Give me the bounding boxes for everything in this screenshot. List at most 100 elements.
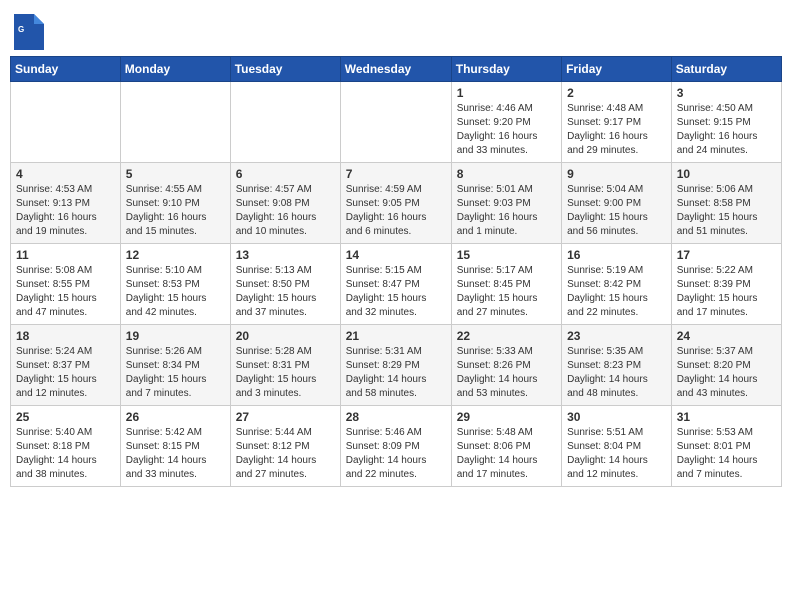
day-info: Sunrise: 5:35 AM Sunset: 8:23 PM Dayligh… — [567, 345, 666, 401]
calendar-cell: 12 Sunrise: 5:10 AM Sunset: 8:53 PM Dayli… — [120, 244, 230, 325]
calendar-cell: 17Sunrise: 5:22 AM Sunset: 8:39 PM Dayli… — [671, 244, 781, 325]
day-info: Sunrise: 5:01 AM Sunset: 9:03 PM Dayligh… — [457, 183, 556, 239]
day-info: Sunrise: 5:19 AM Sunset: 8:42 PM Dayligh… — [567, 264, 666, 320]
day-info: Sunrise: 4:46 AM Sunset: 9:20 PM Dayligh… — [457, 102, 556, 158]
calendar-cell: 28 Sunrise: 5:46 AM Sunset: 8:09 PM Dayli… — [340, 406, 451, 487]
day-number: 12 — [126, 248, 225, 262]
day-number: 11 — [16, 248, 115, 262]
calendar-cell — [230, 82, 340, 163]
day-info: Sunrise: 5:28 AM Sunset: 8:31 PM Dayligh… — [236, 345, 335, 401]
column-header-saturday: Saturday — [671, 57, 781, 82]
day-number: 15 — [457, 248, 556, 262]
day-info: Sunrise: 5:40 AM Sunset: 8:18 PM Dayligh… — [16, 426, 115, 482]
day-number: 29 — [457, 410, 556, 424]
calendar-cell: 1 Sunrise: 4:46 AM Sunset: 9:20 PM Daylig… — [451, 82, 561, 163]
day-number: 3 — [677, 86, 776, 100]
day-number: 10 — [677, 167, 776, 181]
day-info: Sunrise: 4:48 AM Sunset: 9:17 PM Dayligh… — [567, 102, 666, 158]
day-number: 25 — [16, 410, 115, 424]
calendar-cell: 22Sunrise: 5:33 AM Sunset: 8:26 PM Dayli… — [451, 325, 561, 406]
day-number: 8 — [457, 167, 556, 181]
logo: G — [14, 14, 48, 50]
day-info: Sunrise: 5:06 AM Sunset: 8:58 PM Dayligh… — [677, 183, 776, 239]
column-header-monday: Monday — [120, 57, 230, 82]
day-number: 13 — [236, 248, 335, 262]
calendar-week-row: 25 Sunrise: 5:40 AM Sunset: 8:18 PM Dayli… — [11, 406, 782, 487]
day-number: 4 — [16, 167, 115, 181]
day-number: 5 — [126, 167, 225, 181]
day-number: 16 — [567, 248, 666, 262]
day-number: 2 — [567, 86, 666, 100]
day-info: Sunrise: 5:08 AM Sunset: 8:55 PM Dayligh… — [16, 264, 115, 320]
calendar-cell: 29 Sunrise: 5:48 AM Sunset: 8:06 PM Dayli… — [451, 406, 561, 487]
calendar-week-row: 18 Sunrise: 5:24 AM Sunset: 8:37 PM Dayli… — [11, 325, 782, 406]
calendar-cell: 11 Sunrise: 5:08 AM Sunset: 8:55 PM Dayli… — [11, 244, 121, 325]
calendar-cell: 13Sunrise: 5:13 AM Sunset: 8:50 PM Dayli… — [230, 244, 340, 325]
day-number: 21 — [346, 329, 446, 343]
calendar-cell: 31 Sunrise: 5:53 AM Sunset: 8:01 PM Dayli… — [671, 406, 781, 487]
day-info: Sunrise: 4:50 AM Sunset: 9:15 PM Dayligh… — [677, 102, 776, 158]
day-number: 7 — [346, 167, 446, 181]
calendar-cell: 20 Sunrise: 5:28 AM Sunset: 8:31 PM Dayli… — [230, 325, 340, 406]
day-info: Sunrise: 5:53 AM Sunset: 8:01 PM Dayligh… — [677, 426, 776, 482]
calendar-cell: 3 Sunrise: 4:50 AM Sunset: 9:15 PM Daylig… — [671, 82, 781, 163]
calendar-cell: 7Sunrise: 4:59 AM Sunset: 9:05 PM Daylig… — [340, 163, 451, 244]
day-info: Sunrise: 5:42 AM Sunset: 8:15 PM Dayligh… — [126, 426, 225, 482]
calendar-cell: 9Sunrise: 5:04 AM Sunset: 9:00 PM Daylig… — [562, 163, 672, 244]
calendar-cell: 10 Sunrise: 5:06 AM Sunset: 8:58 PM Dayli… — [671, 163, 781, 244]
logo-icon: G — [14, 14, 44, 50]
calendar-cell: 16 Sunrise: 5:19 AM Sunset: 8:42 PM Dayli… — [562, 244, 672, 325]
calendar-cell: 18 Sunrise: 5:24 AM Sunset: 8:37 PM Dayli… — [11, 325, 121, 406]
svg-text:G: G — [18, 25, 24, 34]
calendar-week-row: 1 Sunrise: 4:46 AM Sunset: 9:20 PM Daylig… — [11, 82, 782, 163]
day-number: 19 — [126, 329, 225, 343]
day-number: 31 — [677, 410, 776, 424]
day-number: 28 — [346, 410, 446, 424]
day-info: Sunrise: 5:24 AM Sunset: 8:37 PM Dayligh… — [16, 345, 115, 401]
calendar-cell: 15 Sunrise: 5:17 AM Sunset: 8:45 PM Dayli… — [451, 244, 561, 325]
day-info: Sunrise: 5:48 AM Sunset: 8:06 PM Dayligh… — [457, 426, 556, 482]
calendar-cell: 14Sunrise: 5:15 AM Sunset: 8:47 PM Dayli… — [340, 244, 451, 325]
column-header-sunday: Sunday — [11, 57, 121, 82]
calendar-cell: 23 Sunrise: 5:35 AM Sunset: 8:23 PM Dayli… — [562, 325, 672, 406]
day-number: 20 — [236, 329, 335, 343]
column-header-tuesday: Tuesday — [230, 57, 340, 82]
day-number: 30 — [567, 410, 666, 424]
calendar-header-row: SundayMondayTuesdayWednesdayThursdayFrid… — [11, 57, 782, 82]
day-info: Sunrise: 5:17 AM Sunset: 8:45 PM Dayligh… — [457, 264, 556, 320]
calendar-week-row: 11 Sunrise: 5:08 AM Sunset: 8:55 PM Dayli… — [11, 244, 782, 325]
day-number: 23 — [567, 329, 666, 343]
day-info: Sunrise: 5:51 AM Sunset: 8:04 PM Dayligh… — [567, 426, 666, 482]
calendar-week-row: 4 Sunrise: 4:53 AM Sunset: 9:13 PM Daylig… — [11, 163, 782, 244]
calendar-cell — [340, 82, 451, 163]
day-info: Sunrise: 4:57 AM Sunset: 9:08 PM Dayligh… — [236, 183, 335, 239]
calendar-cell — [120, 82, 230, 163]
day-info: Sunrise: 5:10 AM Sunset: 8:53 PM Dayligh… — [126, 264, 225, 320]
calendar-cell — [11, 82, 121, 163]
day-number: 1 — [457, 86, 556, 100]
page-header: G — [10, 10, 782, 50]
day-number: 26 — [126, 410, 225, 424]
day-info: Sunrise: 5:46 AM Sunset: 8:09 PM Dayligh… — [346, 426, 446, 482]
calendar-cell: 27 Sunrise: 5:44 AM Sunset: 8:12 PM Dayli… — [230, 406, 340, 487]
day-info: Sunrise: 5:04 AM Sunset: 9:00 PM Dayligh… — [567, 183, 666, 239]
day-info: Sunrise: 5:31 AM Sunset: 8:29 PM Dayligh… — [346, 345, 446, 401]
calendar-cell: 2 Sunrise: 4:48 AM Sunset: 9:17 PM Daylig… — [562, 82, 672, 163]
column-header-wednesday: Wednesday — [340, 57, 451, 82]
calendar-cell: 4 Sunrise: 4:53 AM Sunset: 9:13 PM Daylig… — [11, 163, 121, 244]
calendar-cell: 30 Sunrise: 5:51 AM Sunset: 8:04 PM Dayli… — [562, 406, 672, 487]
column-header-friday: Friday — [562, 57, 672, 82]
calendar-cell: 6 Sunrise: 4:57 AM Sunset: 9:08 PM Daylig… — [230, 163, 340, 244]
day-number: 14 — [346, 248, 446, 262]
calendar-cell: 26 Sunrise: 5:42 AM Sunset: 8:15 PM Dayli… — [120, 406, 230, 487]
day-info: Sunrise: 5:26 AM Sunset: 8:34 PM Dayligh… — [126, 345, 225, 401]
day-number: 27 — [236, 410, 335, 424]
day-number: 18 — [16, 329, 115, 343]
calendar-cell: 19 Sunrise: 5:26 AM Sunset: 8:34 PM Dayli… — [120, 325, 230, 406]
column-header-thursday: Thursday — [451, 57, 561, 82]
day-number: 6 — [236, 167, 335, 181]
day-number: 24 — [677, 329, 776, 343]
day-info: Sunrise: 5:33 AM Sunset: 8:26 PM Dayligh… — [457, 345, 556, 401]
day-info: Sunrise: 4:53 AM Sunset: 9:13 PM Dayligh… — [16, 183, 115, 239]
day-info: Sunrise: 5:44 AM Sunset: 8:12 PM Dayligh… — [236, 426, 335, 482]
